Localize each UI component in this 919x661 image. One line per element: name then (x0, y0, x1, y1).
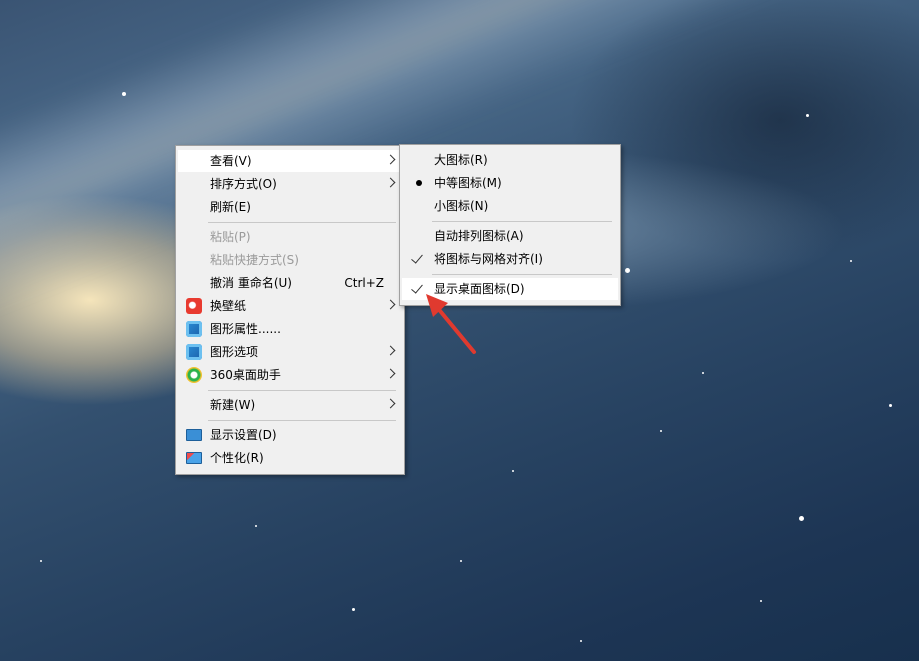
annotation-arrow-icon (426, 294, 476, 354)
